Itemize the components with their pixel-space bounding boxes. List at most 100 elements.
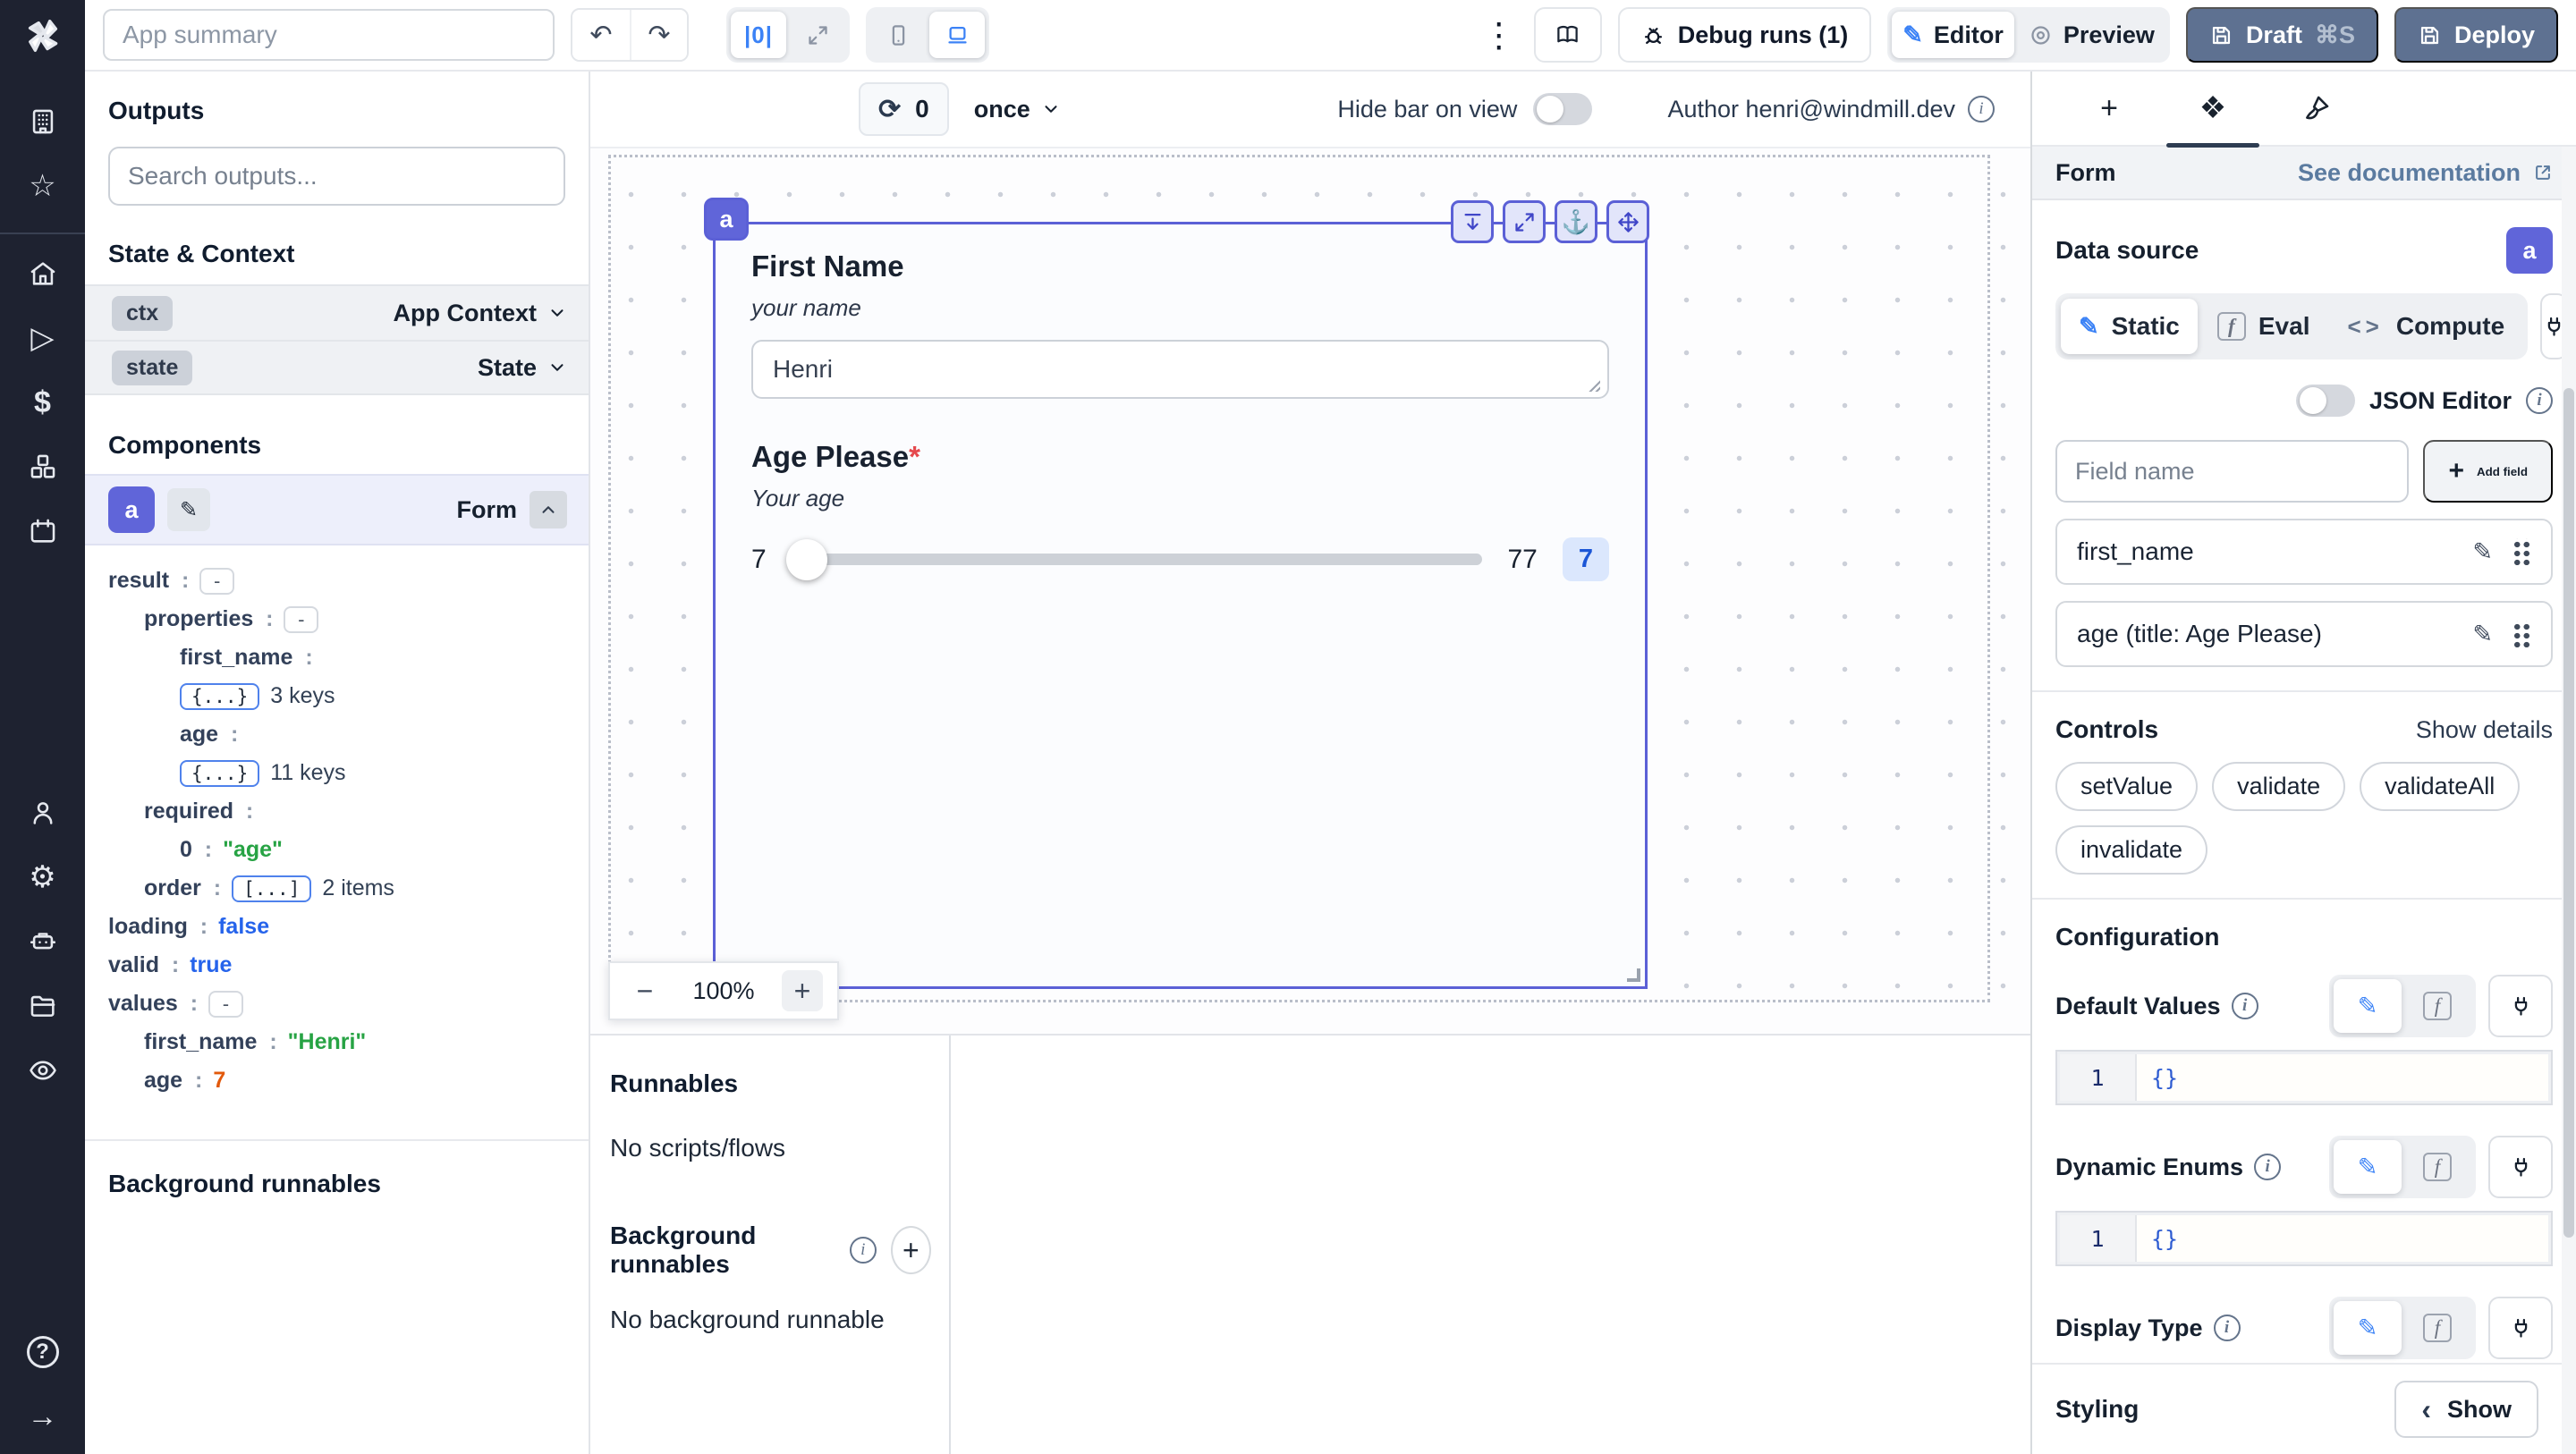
first-name-input[interactable]: Henri	[751, 340, 1609, 399]
full-width-toggle[interactable]	[790, 12, 845, 58]
source-static-tab[interactable]: ✎ Static	[2061, 299, 2198, 354]
info-icon[interactable]: i	[2254, 1154, 2282, 1180]
home-icon[interactable]	[0, 241, 85, 306]
source-compute-tab[interactable]: <> Compute	[2329, 299, 2522, 354]
panel-scrollbar[interactable]	[2562, 147, 2576, 1454]
windmill-logo[interactable]	[0, 7, 85, 64]
collapse-toggle[interactable]: -	[284, 605, 319, 633]
connect-output-button[interactable]	[2488, 1136, 2553, 1198]
eval-mode-chip[interactable]: f	[2403, 1140, 2471, 1194]
tab-styling[interactable]	[2265, 71, 2368, 146]
field-row-first-name[interactable]: first_name ✎	[2055, 519, 2553, 585]
static-mode-chip[interactable]: ✎	[2334, 1301, 2402, 1355]
settings-icon[interactable]: ⚙	[0, 845, 85, 909]
info-icon[interactable]: i	[1968, 96, 1995, 123]
centered-layout-toggle[interactable]: |0|	[731, 12, 786, 58]
schedules-icon[interactable]	[0, 499, 85, 563]
variables-icon[interactable]: $	[0, 370, 85, 435]
component-form-row[interactable]: a ✎ Form	[85, 474, 589, 545]
tab-insert-component[interactable]: +	[2057, 71, 2161, 146]
dynamic-enums-editor[interactable]: 1 {}	[2055, 1211, 2553, 1266]
show-styling-button[interactable]: ‹ Show	[2394, 1381, 2538, 1438]
control-setvalue[interactable]: setValue	[2055, 762, 2199, 811]
info-icon[interactable]: i	[2213, 1315, 2241, 1341]
collapse-rail-icon[interactable]: →	[0, 1384, 85, 1449]
info-icon[interactable]: i	[2526, 387, 2553, 414]
more-menu-button[interactable]: ⋮	[1480, 15, 1518, 55]
search-outputs-input[interactable]	[108, 147, 565, 206]
debug-runs-button[interactable]: Debug runs (1)	[1617, 7, 1872, 63]
static-mode-chip[interactable]: ✎	[2334, 979, 2402, 1033]
refresh-schedule-dropdown[interactable]: once	[974, 96, 1061, 123]
app-artboard[interactable]: a ⚓ First Name your name Henri Age Pleas…	[608, 155, 1990, 1002]
help-icon[interactable]: ?	[0, 1320, 85, 1384]
workspace-icon[interactable]	[0, 89, 85, 154]
textarea-resize-icon[interactable]	[1588, 379, 1600, 392]
draft-button[interactable]: Draft ⌘S	[2185, 7, 2378, 63]
canvas-grid[interactable]: a ⚓ First Name your name Henri Age Pleas…	[590, 148, 2030, 1034]
field-name-input[interactable]	[2055, 440, 2410, 503]
redo-button[interactable]: ↷	[630, 10, 687, 60]
info-icon[interactable]: i	[2231, 993, 2258, 1019]
add-field-button[interactable]: + Add field	[2423, 440, 2553, 503]
mobile-view-toggle[interactable]	[870, 12, 926, 58]
expand-array-toggle[interactable]: [...]	[232, 875, 312, 902]
control-validate[interactable]: validate	[2212, 762, 2346, 811]
control-validateall[interactable]: validateAll	[2360, 762, 2521, 811]
rename-component-button[interactable]: ✎	[167, 488, 210, 531]
collapse-toggle[interactable]: -	[199, 567, 234, 595]
add-background-runnable-button[interactable]: +	[890, 1226, 931, 1274]
zoom-in-button[interactable]: +	[782, 970, 823, 1011]
tab-editor[interactable]: ✎ Editor	[1892, 12, 2014, 58]
drag-handle-icon[interactable]	[2512, 538, 2531, 565]
source-eval-tab[interactable]: f Eval	[2199, 299, 2328, 354]
docs-book-button[interactable]	[1533, 7, 1602, 63]
expand-object-toggle[interactable]: {...}	[180, 682, 260, 710]
age-slider[interactable]	[785, 538, 1483, 580]
hide-bar-toggle[interactable]	[1533, 93, 1593, 125]
expand-handle[interactable]	[1503, 200, 1546, 243]
collapse-toggle[interactable]: -	[208, 990, 243, 1018]
workers-icon[interactable]	[0, 909, 85, 974]
eval-mode-chip[interactable]: f	[2403, 979, 2471, 1033]
folders-icon[interactable]	[0, 974, 85, 1038]
show-details-link[interactable]: Show details	[2416, 716, 2553, 744]
undo-button[interactable]: ↶	[572, 10, 630, 60]
desktop-view-toggle[interactable]	[929, 12, 985, 58]
expand-object-toggle[interactable]: {...}	[180, 759, 260, 787]
json-editor-toggle[interactable]	[2295, 385, 2355, 417]
anchor-handle[interactable]: ⚓	[1555, 200, 1597, 243]
resources-icon[interactable]	[0, 435, 85, 499]
default-values-editor[interactable]: 1 {}	[2055, 1050, 2553, 1105]
favorites-icon[interactable]: ☆	[0, 154, 85, 218]
field-row-age[interactable]: age (title: Age Please) ✎	[2055, 601, 2553, 667]
scrollbar-thumb[interactable]	[2563, 388, 2574, 1238]
zoom-out-button[interactable]: −	[624, 970, 665, 1011]
static-mode-chip[interactable]: ✎	[2334, 1140, 2402, 1194]
control-invalidate[interactable]: invalidate	[2055, 825, 2208, 875]
fill-height-handle[interactable]	[1451, 200, 1494, 243]
code-content[interactable]: {}	[2135, 1054, 2548, 1101]
edit-field-icon[interactable]: ✎	[2472, 621, 2493, 648]
runs-icon[interactable]: ▷	[0, 306, 85, 370]
user-icon[interactable]	[0, 781, 85, 845]
refresh-button[interactable]: ⟳ 0	[859, 82, 949, 136]
connect-output-button[interactable]	[2488, 1297, 2553, 1359]
connect-output-button[interactable]	[2488, 975, 2553, 1037]
see-documentation-link[interactable]: See documentation	[2298, 159, 2553, 187]
ctx-row[interactable]: ctx App Context	[85, 284, 589, 340]
tab-component-settings[interactable]: ❖	[2161, 71, 2265, 148]
collapse-component-button[interactable]	[530, 491, 567, 528]
app-summary-input[interactable]	[103, 9, 555, 61]
deploy-button[interactable]: Deploy	[2394, 7, 2558, 63]
tab-preview[interactable]: Preview	[2018, 12, 2165, 58]
form-component[interactable]: a ⚓ First Name your name Henri Age Pleas…	[704, 198, 1649, 989]
info-icon[interactable]: i	[849, 1237, 877, 1264]
edit-field-icon[interactable]: ✎	[2472, 538, 2493, 566]
audit-logs-icon[interactable]	[0, 1038, 85, 1103]
resize-corner-handle[interactable]	[1627, 968, 1640, 982]
eval-mode-chip[interactable]: f	[2403, 1301, 2471, 1355]
slider-thumb[interactable]	[785, 538, 827, 580]
move-handle[interactable]	[1606, 200, 1649, 243]
drag-handle-icon[interactable]	[2512, 621, 2531, 647]
